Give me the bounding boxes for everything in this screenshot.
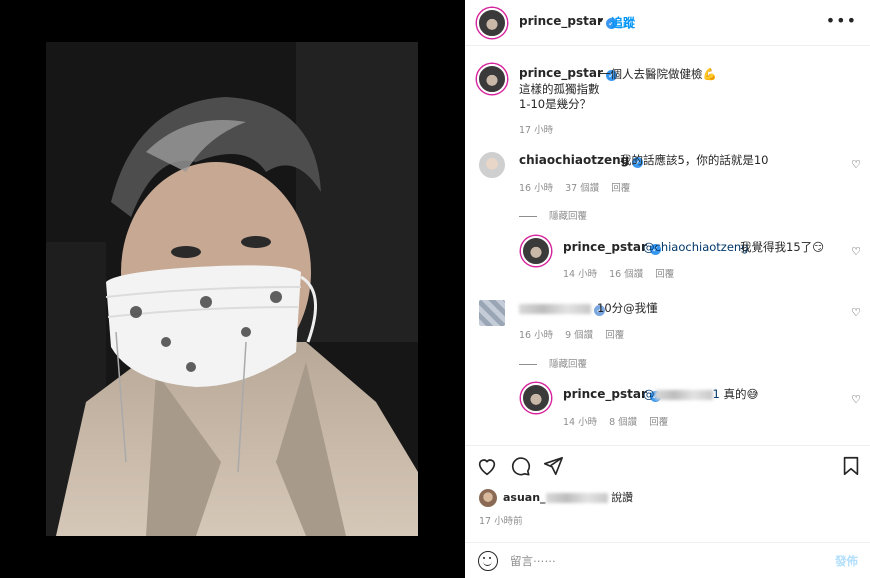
reply-button[interactable]: 回覆 — [655, 269, 674, 280]
reply-username-text[interactable]: prince_pstar — [563, 240, 647, 254]
bookmark-icon[interactable] — [840, 455, 862, 477]
likes-summary: asuan_ 說讚 — [503, 490, 633, 506]
blurred-username — [519, 304, 591, 314]
comment-time[interactable]: 16 小時 — [519, 183, 553, 194]
caption-line-2: 這樣的孤獨指數 — [519, 82, 600, 96]
reply-likes[interactable]: 16 個讚 — [609, 269, 643, 280]
caption-time[interactable]: 17 小時 — [519, 122, 553, 136]
reply-button[interactable]: 回覆 — [605, 330, 624, 341]
caption-username-text[interactable]: prince_pstar — [519, 66, 603, 80]
likes-suffix: 說讚 — [611, 491, 634, 504]
liker-avatar[interactable] — [479, 489, 497, 507]
post-comment-button[interactable]: 發佈 — [835, 553, 858, 569]
reply-button[interactable]: 回覆 — [611, 183, 630, 194]
hide-replies-label[interactable]: 隱藏回覆 — [549, 359, 587, 370]
post-time[interactable]: 17 小時前 — [479, 513, 523, 527]
comment-input-bar: 留言⋯⋯ 發佈 — [465, 542, 870, 578]
reply-content: @1 真的😅 — [643, 386, 758, 402]
like-reply-heart-icon[interactable]: ♡ — [851, 393, 861, 406]
reply-avatar[interactable] — [521, 236, 551, 266]
comment-meta: 16 小時 37 個讚 回覆 — [519, 180, 642, 194]
hide-replies-toggle[interactable]: 隱藏回覆 — [519, 356, 599, 370]
comment-meta: 16 小時 9 個讚 回覆 — [519, 327, 636, 341]
action-bar: asuan_ 說讚 17 小時前 — [465, 445, 870, 543]
photo-panel — [0, 0, 465, 578]
more-options-icon[interactable]: ••• — [826, 11, 857, 30]
like-comment-heart-icon[interactable]: ♡ — [851, 306, 861, 319]
liker-username[interactable]: asuan_ — [503, 491, 546, 504]
comment-username-blurred[interactable]: ✓ — [519, 302, 605, 316]
caption-line-1: 一個人去醫院做健檢💪 — [599, 67, 717, 81]
reply-mention-link[interactable]: @chiaochiaotzeng — [643, 239, 749, 255]
comment-bubble-icon[interactable] — [509, 455, 531, 477]
separator-dot: • — [597, 14, 605, 28]
reply-mention-tail[interactable]: 1 — [713, 387, 720, 401]
reply-time[interactable]: 14 小時 — [563, 417, 597, 428]
emoji-icon[interactable] — [478, 551, 498, 571]
comment-avatar[interactable] — [477, 150, 507, 180]
reply-avatar[interactable] — [521, 383, 551, 413]
post-sidebar: prince_pstar ✓ • 追蹤 ••• prince_pstar ✓ 一個人… — [465, 0, 870, 578]
divider-line — [519, 364, 537, 365]
reply-time[interactable]: 14 小時 — [563, 269, 597, 280]
follow-button[interactable]: 追蹤 — [611, 14, 635, 31]
comment-username-text[interactable]: chiaochiaotzeng — [519, 153, 629, 167]
divider-line — [519, 216, 537, 217]
reply-text: 我覺得我15了😏 — [740, 240, 825, 254]
hide-replies-label[interactable]: 隱藏回覆 — [549, 211, 587, 222]
blurred-mention — [654, 389, 713, 400]
reply-meta: 14 小時 16 個讚 回覆 — [563, 266, 686, 280]
blurred-liker — [545, 493, 608, 503]
like-comment-heart-icon[interactable]: ♡ — [851, 158, 861, 171]
caption-line-3: 1-10是幾分？ — [519, 97, 592, 111]
comment-input[interactable]: 留言⋯⋯ — [510, 553, 556, 569]
reply-meta: 14 小時 8 個讚 回覆 — [563, 414, 680, 428]
author-username-text[interactable]: prince_pstar — [519, 14, 603, 28]
reply-text: 真的😅 — [723, 387, 759, 401]
post-photo[interactable] — [46, 42, 418, 536]
comment-avatar-blurred[interactable] — [477, 298, 507, 328]
post-header: prince_pstar ✓ • 追蹤 ••• — [465, 0, 870, 46]
share-send-icon[interactable] — [542, 455, 564, 477]
comment-text: 10分@我懂 — [597, 301, 658, 315]
caption-avatar[interactable] — [477, 64, 507, 94]
reply-button[interactable]: 回覆 — [649, 417, 668, 428]
comment-likes[interactable]: 37 個讚 — [565, 183, 599, 194]
selfie-illustration — [46, 42, 418, 536]
comment-text: 我的話應該5，你的話就是10 — [620, 153, 769, 167]
like-heart-icon[interactable] — [476, 455, 498, 477]
comment-likes[interactable]: 9 個讚 — [565, 330, 593, 341]
author-avatar[interactable] — [477, 8, 507, 38]
reply-username-text[interactable]: prince_pstar — [563, 387, 647, 401]
reply-mention-link[interactable]: @ — [643, 387, 655, 401]
like-reply-heart-icon[interactable]: ♡ — [851, 245, 861, 258]
hide-replies-toggle[interactable]: 隱藏回覆 — [519, 208, 599, 222]
comment-time[interactable]: 16 小時 — [519, 330, 553, 341]
reply-likes[interactable]: 8 個讚 — [609, 417, 637, 428]
